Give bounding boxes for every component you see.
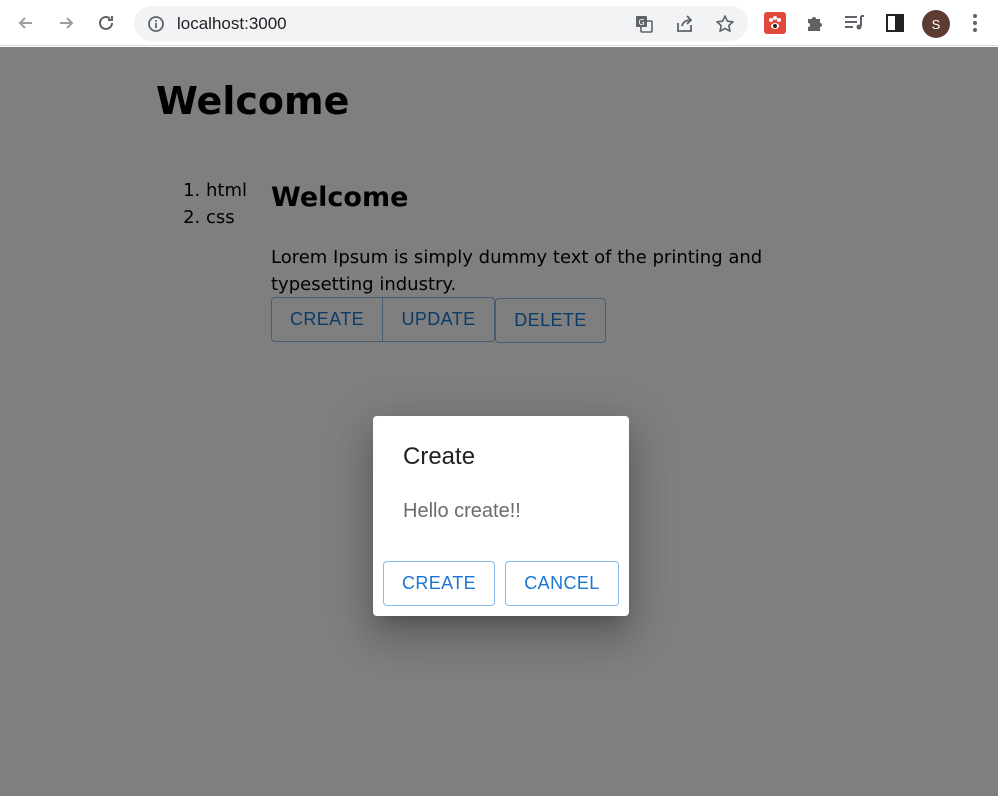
dialog-message: Hello create!! [403, 500, 521, 522]
arrow-left-icon[interactable] [13, 10, 39, 36]
dialog-create-button[interactable]: CREATE [383, 561, 495, 606]
dialog-cancel-button[interactable]: CANCEL [505, 561, 619, 606]
side-panel-icon[interactable] [884, 12, 906, 34]
star-icon[interactable] [715, 14, 735, 34]
kebab-menu-icon[interactable] [964, 12, 986, 34]
arrow-right-icon[interactable] [53, 10, 79, 36]
browser-toolbar: localhost:3000 G S [0, 0, 998, 46]
url-text: localhost:3000 [177, 14, 287, 33]
translate-icon[interactable]: G [634, 14, 654, 34]
media-queue-icon[interactable] [844, 12, 866, 34]
avatar-initial: S [931, 16, 941, 32]
svg-text:G: G [639, 18, 645, 27]
paw-extension-icon[interactable] [764, 12, 786, 34]
address-bar[interactable]: localhost:3000 G [134, 6, 748, 41]
create-dialog: Create Hello create!! CREATE CANCEL [373, 416, 629, 616]
avatar[interactable]: S [922, 10, 950, 38]
reload-icon[interactable] [93, 10, 119, 36]
info-icon[interactable] [146, 14, 166, 34]
puzzle-icon[interactable] [804, 12, 826, 34]
dialog-title: Create [403, 443, 476, 470]
share-icon[interactable] [675, 14, 695, 34]
